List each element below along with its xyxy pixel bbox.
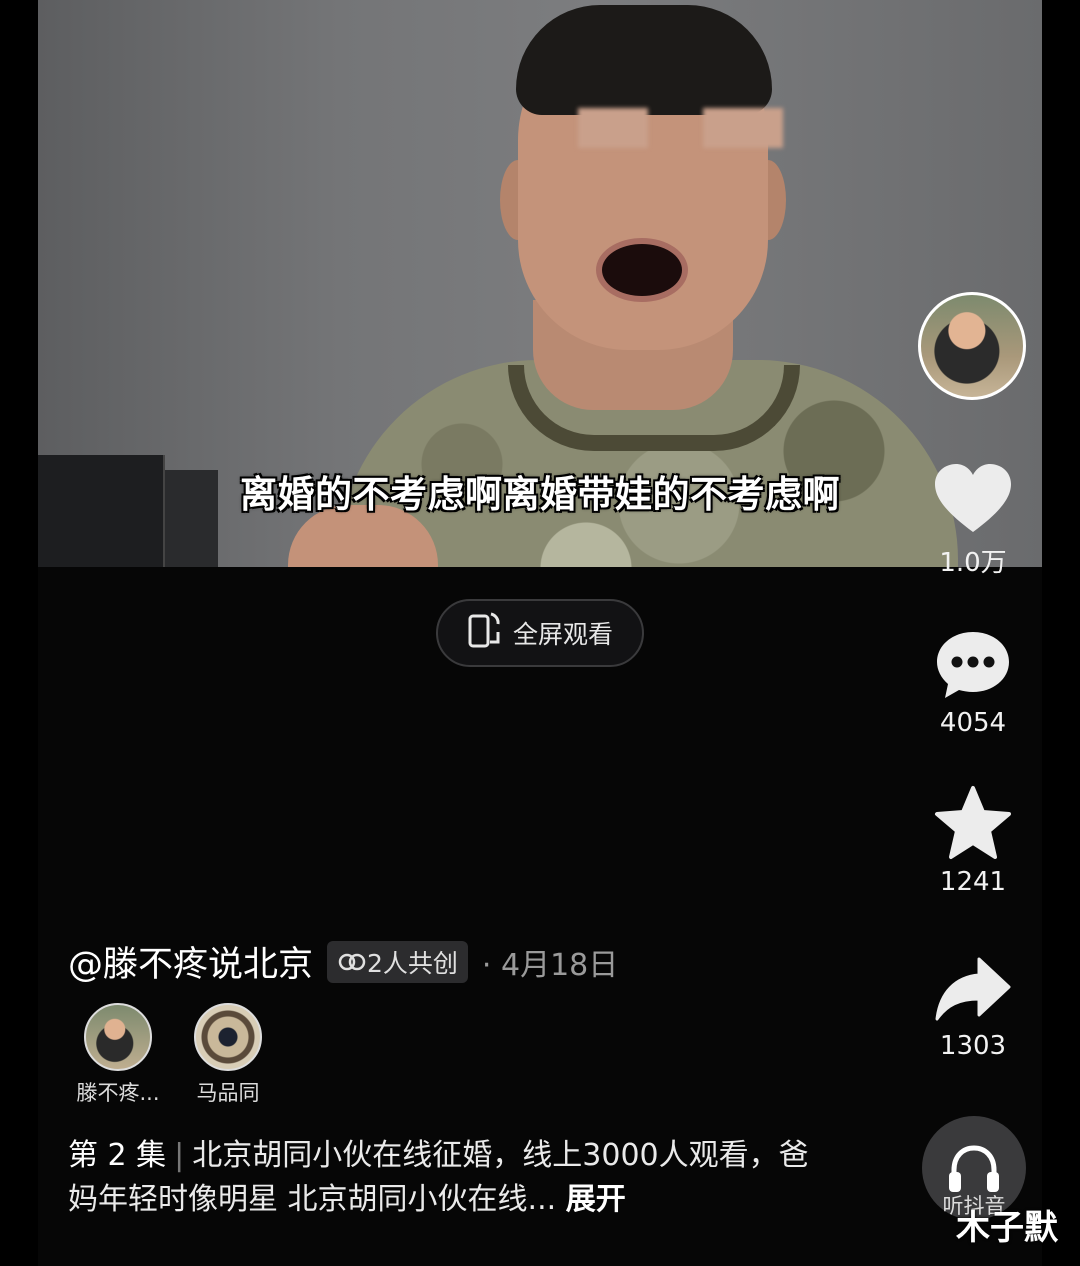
- creator-name: 滕不疼...: [76, 1081, 160, 1105]
- collab-label: 2人共创: [367, 948, 458, 978]
- collab-badge[interactable]: 2人共创: [327, 940, 468, 983]
- creator-name: 马品同: [196, 1081, 260, 1105]
- comment-button[interactable]: 4054: [920, 628, 1026, 738]
- share-arrow-icon: [935, 957, 1011, 1021]
- person-hair: [516, 5, 772, 115]
- shirt-collar: [508, 365, 800, 451]
- post-description: 第 2 集 | 北京胡同小伙在线征婚，线上3000人观看，爸妈年轻时像明星 北京胡同…: [68, 1134, 828, 1222]
- expand-button[interactable]: 展开: [566, 1182, 626, 1217]
- comment-bubble-icon: [937, 632, 1009, 698]
- like-count: 1.0万: [939, 548, 1007, 578]
- star-icon: [935, 786, 1011, 859]
- rotate-screen-icon: [467, 610, 501, 656]
- author-avatar[interactable]: [918, 292, 1026, 400]
- video-player[interactable]: 离婚的不考虑啊离婚带娃的不考虑啊: [38, 0, 1042, 567]
- author-line: @滕不疼说北京 2人共创 · 4月18日: [68, 936, 618, 987]
- watermark: 木子默: [956, 1208, 1058, 1248]
- favorite-count: 1241: [939, 867, 1007, 897]
- divider: |: [174, 1138, 185, 1173]
- author-name[interactable]: @滕不疼说北京: [68, 936, 313, 987]
- post-date: · 4月18日: [481, 947, 619, 983]
- fullscreen-button[interactable]: 全屏观看: [436, 599, 644, 667]
- person-mouth: [596, 238, 688, 302]
- creator-item[interactable]: 滕不疼...: [68, 1003, 168, 1107]
- video-subtitle: 离婚的不考虑啊离婚带娃的不考虑啊: [240, 473, 840, 516]
- share-button[interactable]: 1303: [920, 955, 1026, 1061]
- like-button[interactable]: 1.0万: [920, 462, 1026, 579]
- comment-count: 4054: [939, 708, 1007, 738]
- creator-avatar: [84, 1003, 152, 1071]
- fullscreen-label: 全屏观看: [512, 620, 613, 649]
- link-icon: [338, 953, 366, 970]
- episode-label[interactable]: 第 2 集: [68, 1138, 166, 1173]
- heart-icon: [935, 464, 1011, 532]
- share-count: 1303: [939, 1031, 1007, 1061]
- eye-blur-right: [703, 108, 783, 148]
- favorite-button[interactable]: 1241: [920, 785, 1026, 897]
- eye-blur-left: [578, 108, 648, 148]
- creator-item[interactable]: 马品同: [178, 1003, 278, 1107]
- creator-avatar: [194, 1003, 262, 1071]
